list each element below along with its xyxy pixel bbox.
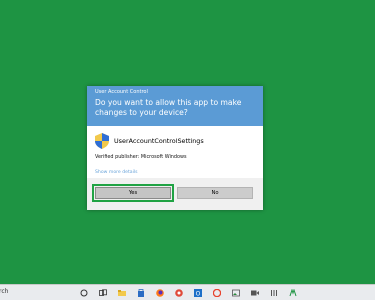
taskbar-search[interactable]: rch <box>0 288 8 295</box>
button-bar: Yes No <box>87 178 263 210</box>
mixer-icon[interactable] <box>270 289 278 297</box>
app-name: UserAccountControlSettings <box>114 137 204 145</box>
no-button[interactable]: No <box>177 187 253 199</box>
dialog-body: UserAccountControlSettings Verified publ… <box>87 126 263 210</box>
uac-dialog: User Account Control Do you want to allo… <box>87 86 263 210</box>
network-icon[interactable] <box>289 289 297 297</box>
task-view-icon[interactable] <box>99 289 107 297</box>
gallery-icon[interactable] <box>232 289 240 297</box>
chrome-icon[interactable] <box>175 289 183 297</box>
app-row: UserAccountControlSettings <box>95 132 204 150</box>
publisher-text: Verified publisher: Microsoft Windows <box>95 154 187 160</box>
dialog-title: User Account Control <box>95 89 148 95</box>
shield-icon <box>95 133 109 149</box>
dialog-question: Do you want to allow this app to make ch… <box>95 98 242 117</box>
taskbar: rch O <box>0 284 375 300</box>
more-details-link[interactable]: Show more details <box>95 170 138 175</box>
svg-text:O: O <box>196 290 201 297</box>
file-explorer-icon[interactable] <box>118 289 126 297</box>
dialog-header: User Account Control Do you want to allo… <box>87 86 263 126</box>
firefox-icon[interactable] <box>156 289 164 297</box>
yes-button[interactable]: Yes <box>92 184 174 202</box>
store-icon[interactable] <box>137 289 145 297</box>
cortana-icon[interactable] <box>80 289 88 297</box>
opera-icon[interactable] <box>213 289 221 297</box>
video-icon[interactable] <box>251 289 259 297</box>
outlook-icon[interactable]: O <box>194 289 202 297</box>
